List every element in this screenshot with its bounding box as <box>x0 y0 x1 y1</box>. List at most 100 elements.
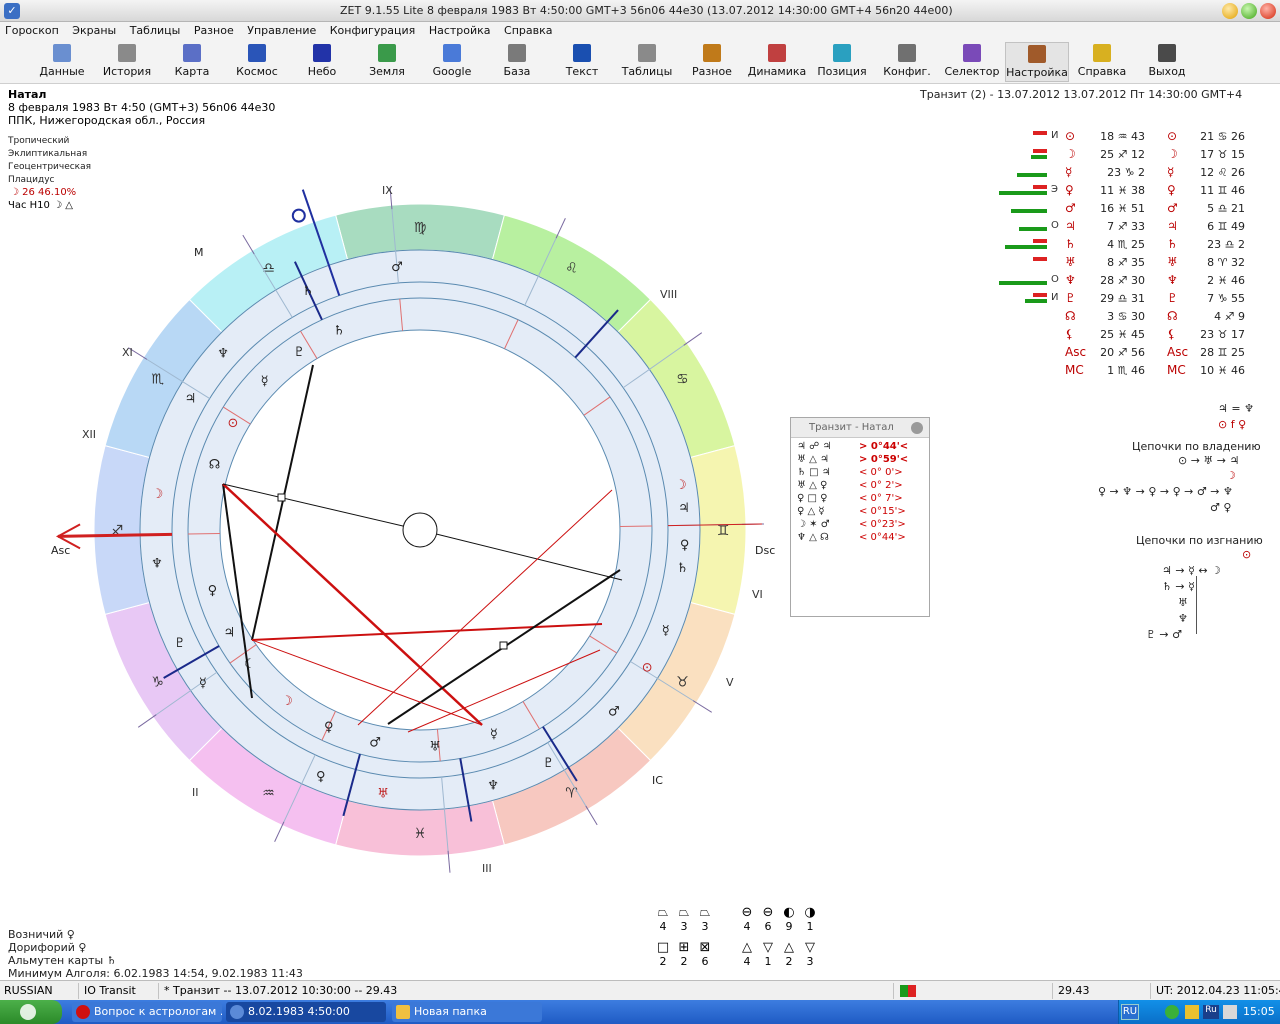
toolbar-label-17: Выход <box>1148 65 1186 78</box>
aspect-row[interactable]: ♅ △ ♃ > 0°59'< <box>791 454 929 467</box>
toolbar-button-14[interactable]: Селектор <box>940 42 1004 82</box>
maximize-button[interactable] <box>1241 3 1257 19</box>
aspect-row[interactable]: ♄ □ ♃ < 0° 0'> <box>791 467 929 480</box>
close-button[interactable] <box>1260 3 1276 19</box>
horoscope-chart[interactable]: ♍♌♋♊♉♈♓♒♑♐♏♎Asc DscICMIXVIIIXIXIIVIVIIIII… <box>40 180 800 880</box>
zodiac-glyph: ♌ <box>565 261 578 277</box>
task-folder[interactable]: Новая папка <box>392 1002 542 1022</box>
toolbar-button-15[interactable]: Настройка <box>1005 42 1069 82</box>
tray-warning-icon[interactable] <box>1185 1005 1199 1019</box>
house-cusp-inner <box>188 532 221 535</box>
toolbar-icon-9 <box>638 44 656 62</box>
menu-misc[interactable]: Разное <box>189 22 239 39</box>
task-opera[interactable]: Вопрос к астрологам ... <box>72 1002 222 1022</box>
toolbar-button-10[interactable]: Разное <box>680 42 744 82</box>
menu-bar: Гороскоп Экраны Таблицы Разное Управлени… <box>0 22 1280 40</box>
center-system: Геоцентрическая <box>8 162 92 172</box>
natal-planet-glyph: ☊ <box>209 457 221 472</box>
toolbar-button-6[interactable]: Google <box>420 42 484 82</box>
transit-planet-glyph: ♆ <box>151 556 163 571</box>
toolbar-button-11[interactable]: Динамика <box>745 42 809 82</box>
toolbar-label-5: Земля <box>369 65 405 78</box>
menu-tables[interactable]: Таблицы <box>125 22 186 39</box>
menu-help[interactable]: Справка <box>499 22 557 39</box>
toolbar-button-12[interactable]: Позиция <box>810 42 874 82</box>
natal-date: 8 февраля 1983 Вт 4:50 (GMT+3) 56n06 44e… <box>8 101 276 114</box>
start-button[interactable] <box>0 1000 62 1024</box>
system-tray: RU Ru 15:05 <box>1118 1000 1280 1024</box>
aspect-row[interactable]: ♆ △ ☊ < 0°44'> <box>791 532 929 545</box>
toolbar-icon-3 <box>248 44 266 62</box>
toolbar-button-2[interactable]: Карта <box>160 42 224 82</box>
toolbar-button-5[interactable]: Земля <box>355 42 419 82</box>
close-panel-icon[interactable] <box>911 422 923 434</box>
transit-planet-glyph: ☿ <box>662 623 670 638</box>
tray-green-icon[interactable] <box>1165 1005 1179 1019</box>
transit-planet-glyph: ☿ <box>199 676 207 691</box>
aspect-planets: ♄ □ ♃ <box>797 467 831 478</box>
task-zet[interactable]: 8.02.1983 4:50:00 <box>226 1002 386 1022</box>
planet-v2: 23 ♎ 2 <box>1207 238 1245 251</box>
taskbar: Вопрос к астрологам ... 8.02.1983 4:50:0… <box>0 1000 1280 1024</box>
toolbar-button-1[interactable]: История <box>95 42 159 82</box>
toolbar-label-8: Текст <box>565 65 599 78</box>
menu-settings[interactable]: Настройка <box>424 22 496 39</box>
toolbar-button-13[interactable]: Конфиг. <box>875 42 939 82</box>
element-symbol-icon: ⏢ <box>657 905 669 920</box>
house-tick <box>242 234 255 255</box>
aspect-row[interactable]: ☽ ✶ ♂ < 0°23'> <box>791 519 929 532</box>
natal-planet-glyph: ♃ <box>223 625 235 640</box>
menu-screens[interactable]: Экраны <box>67 22 121 39</box>
toolbar-icon-17 <box>1158 44 1176 62</box>
house-tick <box>555 218 566 239</box>
element-symbol-icon: △ <box>784 940 794 955</box>
house-label: V <box>726 676 734 689</box>
house-label: VI <box>752 588 763 601</box>
aspect-row[interactable]: ♅ △ ♀ < 0° 2'> <box>791 480 929 493</box>
toolbar-button-3[interactable]: Космос <box>225 42 289 82</box>
green-strength-bar <box>999 191 1047 195</box>
aspect-row[interactable]: ♀ △ ☿ < 0°15'> <box>791 506 929 519</box>
toolbar-icon-2 <box>183 44 201 62</box>
planet-row: ☽ 25 ♐ 12 ☽ 17 ♉ 15 <box>995 146 1255 164</box>
toolbar-icon-15 <box>1028 45 1046 63</box>
aspect-row[interactable]: ♃ ☍ ♃ > 0°44'< <box>791 441 929 454</box>
toolbar-button-7[interactable]: База <box>485 42 549 82</box>
toolbar-icon-11 <box>768 44 786 62</box>
transit-natal-aspects-panel[interactable]: Транзит - Натал ♃ ☍ ♃ > 0°44'< ♅ △ ♃ > 0°59… <box>790 417 930 617</box>
planet-v2: 2 ♓ 46 <box>1207 274 1245 287</box>
toolbar-label-13: Конфиг. <box>883 65 931 78</box>
menu-configuration[interactable]: Конфигурация <box>325 22 421 39</box>
toolbar-label-6: Google <box>432 65 472 78</box>
toolbar-button-17[interactable]: Выход <box>1135 42 1199 82</box>
planet-row: Э ♀ 11 ♓ 38 ♀ 11 ♊ 46 <box>995 182 1255 200</box>
menu-control[interactable]: Управление <box>242 22 321 39</box>
toolbar-button-0[interactable]: Данные <box>30 42 94 82</box>
toolbar-button-16[interactable]: Справка <box>1070 42 1134 82</box>
tray-monitor-icon[interactable] <box>1223 1005 1237 1019</box>
aspects-panel-header[interactable]: Транзит - Натал <box>791 418 929 438</box>
minimize-button[interactable] <box>1222 3 1238 19</box>
planet-v2: 12 ♌ 26 <box>1200 166 1245 179</box>
aspect-orb: < 0°23'> <box>859 519 906 530</box>
toolbar-button-8[interactable]: Текст <box>550 42 614 82</box>
aspect-orb: < 0°15'> <box>859 506 906 517</box>
red-strength-bar <box>1033 257 1047 261</box>
planet-v1: 3 ♋ 30 <box>1107 310 1145 323</box>
aspect-row[interactable]: ♀ □ ♀ < 0° 7'> <box>791 493 929 506</box>
element-count: ◐ 9 <box>780 905 798 933</box>
reception-2: ⊙ f ♀ <box>1218 418 1247 431</box>
toolbar-button-9[interactable]: Таблицы <box>615 42 679 82</box>
status-transit: * Транзит -- 13.07.2012 10:30:00 -- 29.4… <box>164 984 398 997</box>
transit-planet-glyph: ☽ <box>152 487 164 502</box>
menu-horoscope[interactable]: Гороскоп <box>0 22 64 39</box>
toolbar-button-4[interactable]: Небо <box>290 42 354 82</box>
tray-language[interactable]: RU <box>1121 1004 1139 1020</box>
element-symbol-icon: ◐ <box>783 905 795 920</box>
tray-ru-icon[interactable]: Ru <box>1203 1005 1219 1019</box>
planet-v2: 5 ♎ 21 <box>1207 202 1245 215</box>
planet-row: ♂ 16 ♓ 51 ♂ 5 ♎ 21 <box>995 200 1255 218</box>
square-aspect-marker <box>499 641 508 650</box>
toolbar-label-0: Данные <box>39 65 85 78</box>
square-aspect-marker <box>277 493 286 502</box>
